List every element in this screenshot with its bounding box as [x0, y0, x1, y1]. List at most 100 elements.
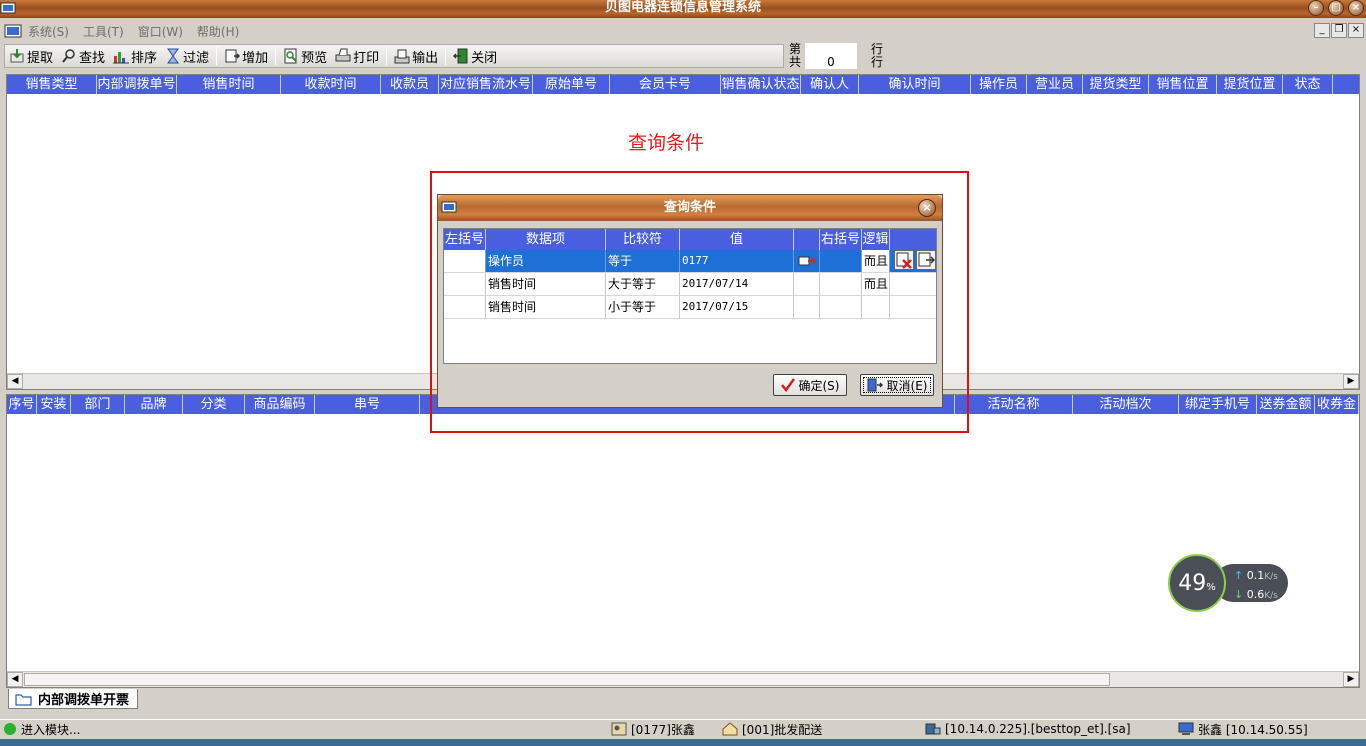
col-header[interactable]: 销售时间: [177, 75, 281, 94]
cell-operator[interactable]: 小于等于: [606, 296, 680, 318]
value-picker-button[interactable]: [794, 250, 820, 272]
col-header[interactable]: 销售确认状态: [721, 75, 801, 94]
col-header[interactable]: 提货类型: [1083, 75, 1149, 94]
maximize-button[interactable]: □: [1328, 0, 1344, 16]
cell-value[interactable]: 2017/07/14: [680, 273, 794, 295]
add-document-icon: [225, 49, 241, 63]
col-header[interactable]: 营业员: [1027, 75, 1083, 94]
mdi-restore-button[interactable]: ❐: [1331, 23, 1347, 38]
col-header[interactable]: 绑定手机号: [1179, 395, 1257, 414]
upload-arrow-icon: ↑: [1234, 569, 1244, 582]
col-header[interactable]: 活动档次: [1073, 395, 1179, 414]
toolbar-separator: [445, 47, 447, 65]
status-user: [0177]张鑫: [611, 721, 695, 738]
master-grid-header: 销售类型 内部调拨单号 销售时间 收款时间 收款员 对应销售流水号 原始单号 会…: [7, 75, 1359, 94]
close-button[interactable]: ×: [1348, 0, 1364, 16]
cell-field[interactable]: 销售时间: [486, 296, 606, 318]
cell-logic[interactable]: [862, 296, 890, 318]
value-picker-cell[interactable]: [794, 296, 820, 318]
network-speed-widget[interactable]: ↑ 0.1K/s ↓ 0.6K/s 49%: [1168, 554, 1288, 612]
col-header[interactable]: 收款时间: [281, 75, 381, 94]
col-header[interactable]: 安装: [37, 395, 71, 414]
print-button[interactable]: 打印: [331, 45, 383, 67]
condition-row[interactable]: 销售时间 大于等于 2017/07/14 而且: [444, 273, 936, 296]
menu-tools[interactable]: 工具(T): [83, 23, 124, 40]
window-titlebar: 贝图电器连锁信息管理系统 – □ ×: [0, 0, 1366, 18]
menu-system[interactable]: 系统(S): [28, 23, 69, 40]
app-icon: [441, 201, 457, 213]
export-button[interactable]: 输出: [390, 45, 442, 67]
fetch-button[interactable]: 提取: [5, 45, 57, 67]
status-store: [001]批发配送: [722, 721, 822, 738]
scroll-thumb[interactable]: [24, 673, 1110, 686]
condition-row[interactable]: 销售时间 小于等于 2017/07/15: [444, 296, 936, 319]
detail-grid[interactable]: 序号 安装 部门 品牌 分类 商品编码 串号 活动名称 活动档次 绑定手机号 送…: [6, 394, 1360, 688]
scroll-right-arrow[interactable]: ▶: [1343, 672, 1359, 687]
col-header-picker: [794, 229, 820, 250]
value-picker-cell[interactable]: [794, 273, 820, 295]
cell-logic[interactable]: 而且: [862, 273, 890, 295]
sort-button[interactable]: 排序: [109, 45, 161, 67]
delete-row-icon: [896, 252, 912, 269]
cell-value[interactable]: 0177: [680, 250, 794, 272]
col-header[interactable]: 内部调拨单号: [97, 75, 177, 94]
col-header[interactable]: 销售位置: [1149, 75, 1217, 94]
col-header[interactable]: 串号: [315, 395, 420, 414]
add-condition-button[interactable]: [916, 250, 936, 270]
scroll-right-arrow[interactable]: ▶: [1343, 374, 1359, 389]
dialog-close-button[interactable]: ×: [918, 199, 936, 217]
col-header[interactable]: 对应销售流水号: [439, 75, 533, 94]
total-row-count: 0: [805, 56, 857, 69]
delete-condition-button[interactable]: [894, 250, 914, 270]
ok-button[interactable]: 确定(S): [773, 374, 847, 396]
row-action-buttons: [894, 250, 936, 270]
menu-window[interactable]: 窗口(W): [138, 23, 183, 40]
col-header[interactable]: 提货位置: [1217, 75, 1283, 94]
col-header[interactable]: 分类: [183, 395, 245, 414]
col-header[interactable]: 销售类型: [7, 75, 97, 94]
cell-right-paren[interactable]: [820, 296, 862, 318]
col-header[interactable]: 送券金额: [1257, 395, 1315, 414]
minimize-button[interactable]: –: [1308, 0, 1324, 16]
preview-button[interactable]: 预览: [279, 45, 331, 67]
col-header[interactable]: 确认人: [801, 75, 859, 94]
cancel-button[interactable]: 取消(E): [860, 374, 934, 396]
col-header[interactable]: 操作员: [971, 75, 1027, 94]
col-header[interactable]: 品牌: [125, 395, 183, 414]
menu-help[interactable]: 帮助(H): [197, 23, 239, 40]
conditions-grid[interactable]: 左括号 数据项 比较符 值 右括号 逻辑 操作员 等于 0177 而且 销售时间…: [443, 228, 937, 364]
col-header[interactable]: 状态: [1283, 75, 1333, 94]
col-header[interactable]: 会员卡号: [610, 75, 721, 94]
find-button[interactable]: 查找: [57, 45, 109, 67]
tab-internal-transfer-invoice[interactable]: 内部调拨单开票: [8, 689, 138, 709]
cell-field[interactable]: 操作员: [486, 250, 606, 272]
col-header[interactable]: 确认时间: [859, 75, 971, 94]
scroll-left-arrow[interactable]: ◀: [7, 374, 23, 389]
cell-left-paren[interactable]: [444, 250, 486, 272]
cell-field[interactable]: 销售时间: [486, 273, 606, 295]
mdi-close-button[interactable]: ×: [1348, 23, 1364, 38]
scroll-left-arrow[interactable]: ◀: [7, 672, 23, 687]
cell-logic[interactable]: 而且: [862, 250, 890, 272]
mdi-minimize-button[interactable]: _: [1314, 23, 1330, 38]
add-button[interactable]: 增加: [220, 45, 272, 67]
cell-left-paren[interactable]: [444, 296, 486, 318]
col-header[interactable]: 收款员: [381, 75, 439, 94]
cell-operator[interactable]: 大于等于: [606, 273, 680, 295]
add-row-icon: [918, 252, 936, 267]
filter-button[interactable]: 过滤: [161, 45, 213, 67]
condition-row[interactable]: 操作员 等于 0177 而且: [444, 250, 936, 273]
col-header[interactable]: 序号: [7, 395, 37, 414]
col-header[interactable]: 活动名称: [955, 395, 1073, 414]
detail-horizontal-scrollbar[interactable]: ◀ ▶: [7, 671, 1359, 687]
cell-left-paren[interactable]: [444, 273, 486, 295]
col-header[interactable]: 收券金: [1315, 395, 1359, 414]
cell-operator[interactable]: 等于: [606, 250, 680, 272]
col-header[interactable]: 商品编码: [245, 395, 315, 414]
col-header[interactable]: 部门: [71, 395, 125, 414]
close-module-button[interactable]: 关闭: [449, 45, 501, 67]
cell-right-paren[interactable]: [820, 250, 862, 272]
col-header[interactable]: 原始单号: [533, 75, 610, 94]
cell-value[interactable]: 2017/07/15: [680, 296, 794, 318]
cell-right-paren[interactable]: [820, 273, 862, 295]
